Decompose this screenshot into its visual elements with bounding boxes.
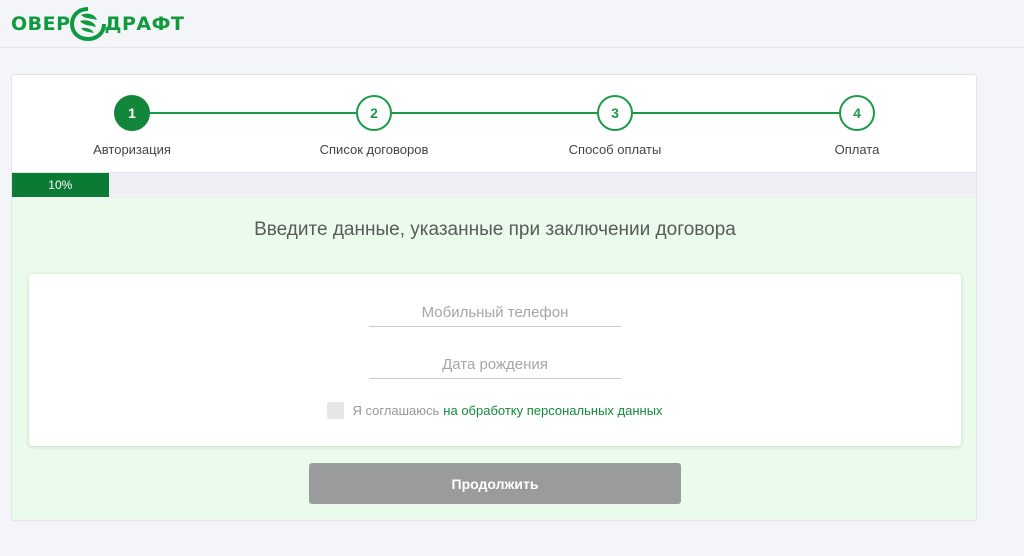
phone-field-wrapper	[369, 299, 621, 327]
step-contracts-list[interactable]: 2 Список договоров	[294, 95, 454, 157]
step-payment-method[interactable]: 3 Способ оплаты	[535, 95, 695, 157]
step-label: Список договоров	[319, 142, 429, 157]
step-circle: 2	[356, 95, 392, 131]
stepper-line	[132, 112, 857, 114]
consent-text: Я соглашаюсь	[352, 403, 440, 418]
step-label: Авторизация	[93, 142, 171, 157]
credentials-form: Я соглашаюсь на обработку персональных д…	[29, 274, 961, 446]
header: ОВЕР ДРАФТ	[0, 0, 1024, 48]
personal-data-link[interactable]: на обработку персональных данных	[443, 403, 662, 418]
consent-checkbox[interactable]	[327, 402, 345, 419]
birthdate-input[interactable]	[369, 351, 621, 378]
step-circle: 3	[597, 95, 633, 131]
step-label: Способ оплаты	[568, 142, 662, 157]
progress-fill: 10%	[12, 173, 109, 197]
step-circle: 4	[839, 95, 875, 131]
logo[interactable]: ОВЕР ДРАФТ	[11, 6, 184, 42]
logo-text-left: ОВЕР	[11, 13, 71, 35]
step-circle: 1	[114, 95, 150, 131]
continue-button[interactable]: Продолжить	[309, 463, 681, 504]
step-payment[interactable]: 4 Оплата	[777, 95, 937, 157]
logo-leaf-icon	[69, 7, 106, 42]
phone-input[interactable]	[369, 299, 621, 326]
stepper: 1 Авторизация 2 Список договоров 3 Спосо…	[12, 75, 976, 172]
step-label: Оплата	[834, 142, 880, 157]
birthdate-field-wrapper	[369, 351, 621, 379]
consent-row: Я соглашаюсь на обработку персональных д…	[29, 402, 961, 419]
progress-bar: 10%	[12, 172, 976, 198]
form-title: Введите данные, указанные при заключении…	[254, 219, 736, 240]
form-area: Введите данные, указанные при заключении…	[12, 198, 976, 520]
logo-text-right: ДРАФТ	[104, 13, 185, 35]
step-authorization[interactable]: 1 Авторизация	[52, 95, 212, 157]
payment-wizard-card: 1 Авторизация 2 Список договоров 3 Спосо…	[11, 74, 977, 521]
